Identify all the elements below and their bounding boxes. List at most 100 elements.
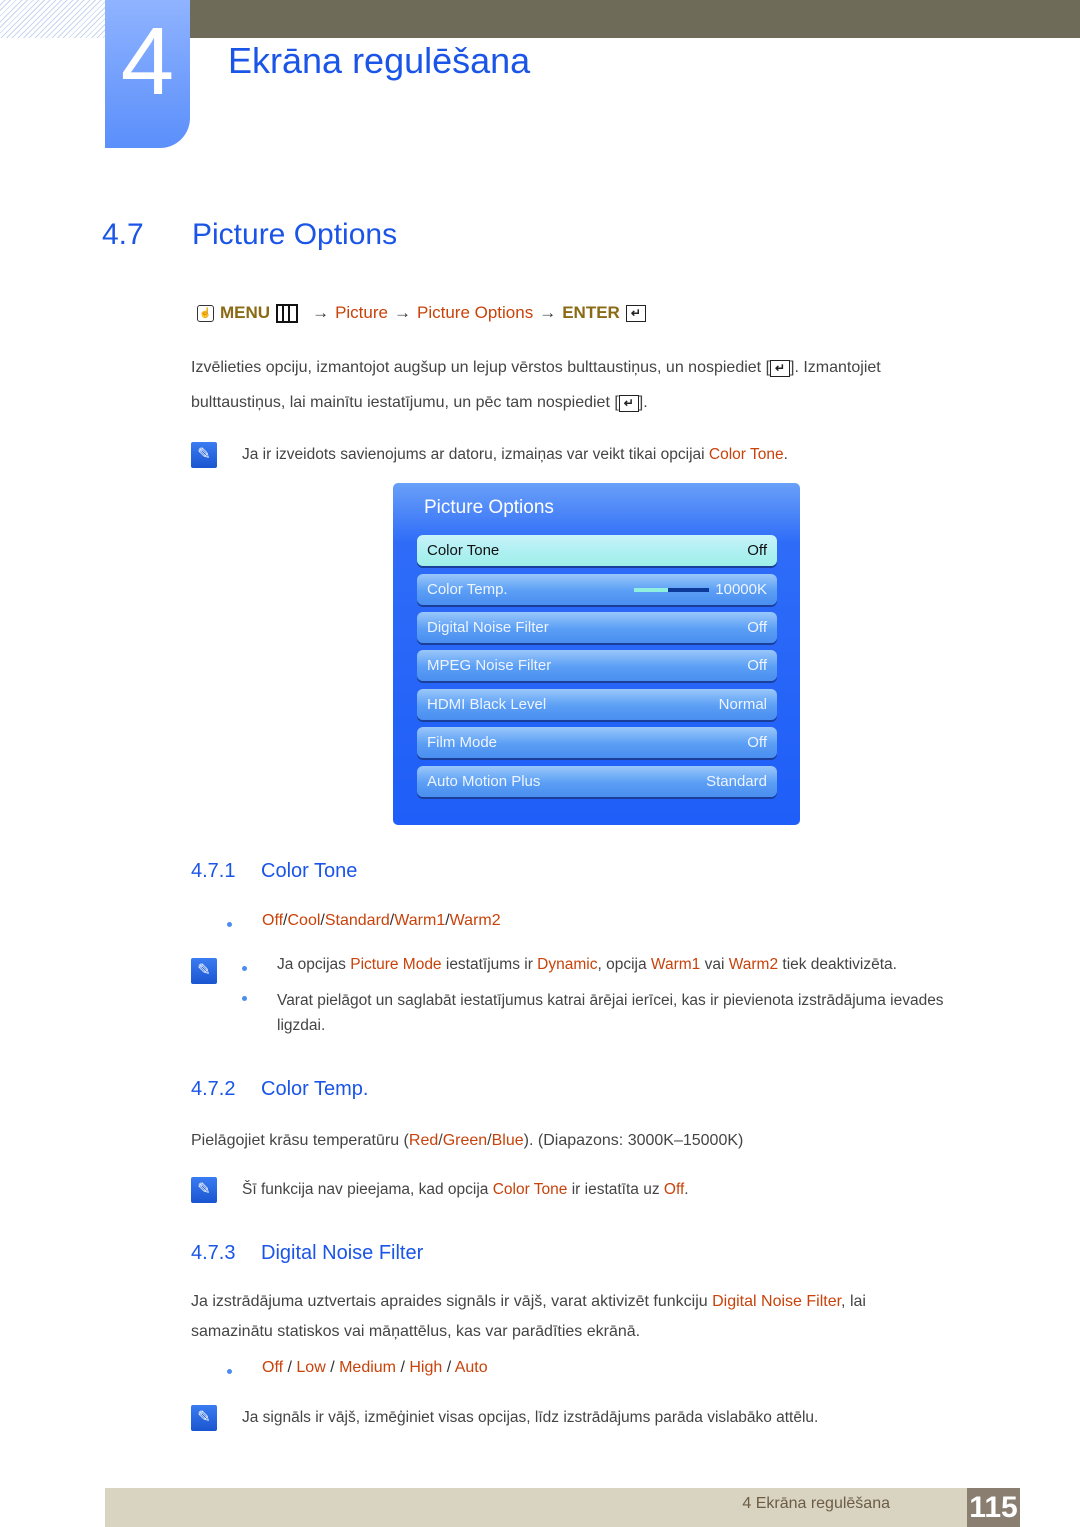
note-bullet: Ja opcijas Picture Mode iestatījums ir D… [242, 956, 897, 974]
section-title: 4.7 Picture Options [102, 218, 397, 252]
note-pencil-icon: ✎ [191, 1177, 217, 1203]
row-value: Off [747, 734, 767, 751]
text: Varat pielāgot un saglabāt iestatījumus … [277, 992, 944, 1034]
arrow: → [393, 303, 411, 322]
option: Medium [339, 1359, 396, 1376]
section-number: 4.7 [102, 218, 144, 251]
intro-text: ]. [638, 394, 648, 411]
header-bar [190, 0, 1080, 38]
enter-icon: ↵ [770, 360, 791, 377]
row-value: 10000K [715, 581, 767, 598]
enter-label: ENTER [562, 303, 620, 322]
subsection-title: 4.7.3 Digital Noise Filter [191, 1242, 423, 1265]
osd-row-mpeg-noise-filter[interactable]: MPEG Noise Filter Off [417, 650, 777, 681]
osd-row-auto-motion-plus[interactable]: Auto Motion Plus Standard [417, 766, 777, 797]
note-text: . [783, 446, 788, 463]
footer: 4 Ekrāna regulēšana [105, 1488, 1020, 1527]
highlight: Dynamic [537, 956, 598, 973]
row-value: Off [747, 657, 767, 674]
option: Low [296, 1359, 326, 1376]
slider-fill [634, 587, 669, 592]
chapter-badge: 4 [105, 0, 190, 148]
option: Cool [287, 912, 321, 929]
subsection-number: 4.7.1 [191, 860, 236, 882]
enter-icon: ↵ [618, 395, 639, 412]
row-value: Off [747, 542, 767, 559]
note-pencil-icon: ✎ [191, 958, 217, 984]
option: High [409, 1359, 443, 1376]
row-label: HDMI Black Level [427, 696, 547, 713]
text: vai [700, 956, 729, 973]
page-number: 115 [967, 1488, 1020, 1527]
text: iestatījums ir [441, 956, 538, 973]
note-pencil-icon: ✎ [191, 1405, 217, 1431]
section-title-text: Picture Options [192, 218, 398, 251]
intro-paragraph: Izvēlieties opciju, izmantojot augšup un… [191, 350, 991, 420]
menu-path: ☝ MENU → Picture → Picture Options → ENT… [197, 303, 646, 323]
osd-row-film-mode[interactable]: Film Mode Off [417, 727, 777, 758]
color-temp-slider[interactable] [634, 587, 710, 592]
option: Warm1 [394, 912, 446, 929]
subsection-title-text: Digital Noise Filter [261, 1242, 424, 1264]
intro-text: Izvēlieties opciju, izmantojot augšup un… [191, 359, 771, 376]
options-list: Off / Low / Medium / High / Auto [227, 1359, 488, 1377]
text: Ja opcijas [277, 956, 351, 973]
row-label: Film Mode [427, 734, 498, 751]
path-picture-options: Picture Options [416, 303, 534, 322]
path-picture: Picture [335, 303, 388, 322]
row-value: Normal [718, 696, 767, 713]
highlight: Red [408, 1132, 439, 1149]
subsection-title-text: Color Tone [261, 860, 358, 882]
highlight: Green [442, 1132, 488, 1149]
menu-label: MENU [220, 303, 271, 322]
text: Šī funkcija nav pieejama, kad opcija [242, 1181, 493, 1198]
text: Ja izstrādājuma uztvertais apraides sign… [191, 1293, 713, 1310]
text: , lai [841, 1293, 866, 1310]
bullet-dot [242, 996, 247, 1001]
option: Off [262, 912, 284, 929]
osd-row-color-tone[interactable]: Color Tone Off [417, 535, 777, 566]
footer-chapter: 4 Ekrāna regulēšana [742, 1495, 890, 1512]
remote-hand-icon: ☝ [197, 304, 214, 322]
subsection-number: 4.7.2 [191, 1078, 236, 1100]
row-label: Color Tone [427, 542, 500, 559]
highlight: Blue [491, 1132, 524, 1149]
row-value: Off [747, 619, 767, 636]
arrow: → [539, 303, 557, 322]
text: , opcija [597, 956, 651, 973]
option: Standard [324, 912, 390, 929]
note-text: Ja ir izveidots savienojums ar datoru, i… [242, 446, 709, 463]
note-pencil-icon: ✎ [191, 442, 217, 468]
note-bullet: Varat pielāgot un saglabāt iestatījumus … [242, 988, 992, 1038]
highlight: Warm2 [728, 956, 779, 973]
row-label: Auto Motion Plus [427, 773, 541, 790]
arrow: → [312, 303, 330, 322]
row-label: Color Temp. [427, 581, 508, 598]
note: ✎ Šī funkcija nav pieejama, kad opcija C… [191, 1177, 689, 1203]
bullet-dot [227, 1369, 232, 1374]
highlight: Picture Mode [350, 956, 442, 973]
highlight: Digital Noise Filter [712, 1293, 842, 1310]
subsection-title-text: Color Temp. [261, 1078, 369, 1100]
osd-row-digital-noise-filter[interactable]: Digital Noise Filter Off [417, 612, 777, 643]
note: ✎ Ja ir izveidots savienojums ar datoru,… [191, 442, 788, 468]
option: Warm2 [449, 912, 501, 929]
option: Auto [454, 1359, 488, 1376]
osd-row-color-temp[interactable]: Color Temp. 10000K [417, 574, 777, 605]
paragraph: Pielāgojiet krāsu temperatūru (Red/Green… [191, 1132, 744, 1149]
text: ). (Diapazons: 3000K–15000K) [523, 1132, 744, 1149]
highlight: Warm1 [650, 956, 701, 973]
subsection-number: 4.7.3 [191, 1242, 236, 1264]
osd-menu: Picture Options Color Tone Off Color Temp… [393, 483, 800, 825]
intro-text: bulttaustiņus, lai mainītu iestatījumu, … [191, 394, 619, 411]
subsection-title: 4.7.1 Color Tone [191, 860, 357, 883]
text: . [684, 1181, 689, 1198]
osd-row-hdmi-black-level[interactable]: HDMI Black Level Normal [417, 689, 777, 720]
paragraph: Ja izstrādājuma uztvertais apraides sign… [191, 1287, 991, 1347]
text: ir iestatīta uz [567, 1181, 664, 1198]
bullet-dot [242, 966, 247, 971]
chapter-number: 4 [120, 8, 175, 115]
bullet-dot [227, 922, 232, 927]
note-text: Ja signāls ir vājš, izmēģiniet visas opc… [242, 1409, 819, 1426]
enter-icon: ↵ [625, 304, 646, 322]
